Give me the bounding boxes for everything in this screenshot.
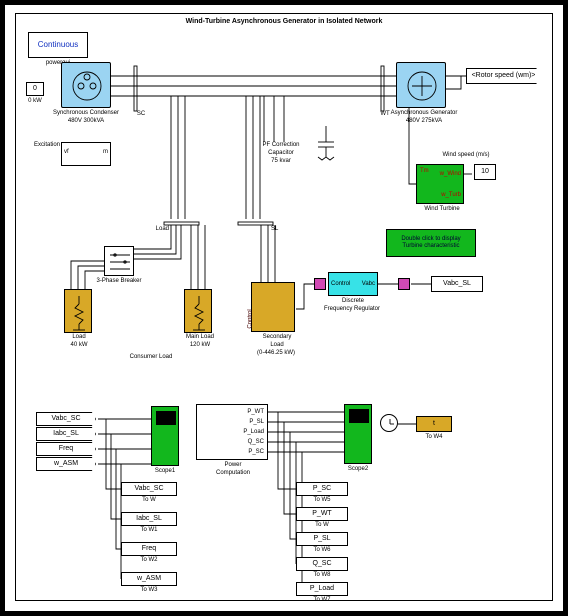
sec-load-l2: Load [246,342,308,349]
power-computation-block[interactable]: P_WT P_SL P_Load Q_SC P_SC [196,404,268,460]
to-ws-t[interactable]: t [416,416,452,432]
const-0kw-label: 0 kW [20,98,50,105]
from-wasm[interactable]: w_ASM [36,457,96,471]
vabc-sl-tag[interactable]: Vabc_SL [431,276,483,292]
consumer-load-label: Consumer Load [111,354,191,361]
excitation-block[interactable]: vf m [61,142,111,166]
load-40kw-l1: Load [56,334,102,341]
sync-cond-rating: 480V 300kVA [46,118,126,125]
sync-cond-label: Synchronous Condenser [46,110,126,117]
main-load-l2: 120 kW [174,342,226,349]
from-iabc-sl[interactable]: Iabc_SL [36,427,96,441]
scope1-label: Scope1 [142,468,188,475]
wind-speed-label: Wind speed (m/s) [426,152,506,159]
tow-l-1-lbl: To W1 [121,527,177,534]
sec-load-l3: (0-446.25 kW) [240,350,312,357]
tow-r-1[interactable]: P_WT [296,507,348,521]
tow-l-2-lbl: To W2 [121,557,177,564]
bus-load-label: Load [141,226,169,233]
pll-left-icon[interactable] [314,278,326,290]
tow-l-2[interactable]: Freq [121,542,177,556]
tow-l-3[interactable]: w_ASM [121,572,177,586]
from-freq[interactable]: Freq [36,442,96,456]
pow-comp-l1: Power [198,462,268,469]
tow-r-4-lbl: To W7 [296,597,348,604]
secondary-load-block[interactable]: Control [251,282,295,332]
load-40kw-l2: 40 kW [56,342,102,349]
pll-right-icon[interactable] [398,278,410,290]
wind-turbine-block[interactable]: Tm w_Wind w_Turb [416,164,464,204]
main-load-block[interactable] [184,289,212,333]
tow-r-0-lbl: To W5 [296,497,348,504]
tow-r-2-lbl: To W6 [296,547,348,554]
freq-reg-l1: Discrete [326,298,380,305]
synchronous-condenser-block[interactable] [61,62,111,108]
pf-cap-l1: PF Correction [251,142,311,149]
tow-r-0[interactable]: P_SC [296,482,348,496]
pow-comp-l2: Computation [198,470,268,477]
rotor-speed-tag[interactable]: <Rotor speed (wm)> [466,68,540,84]
sec-load-l1: Secondary [246,334,308,341]
const-0kw[interactable]: 0 [26,82,44,96]
pf-cap-l3: 75 kvar [251,158,311,165]
load-40kw-block[interactable] [64,289,92,333]
scope1-block[interactable] [151,406,179,466]
diagram-title: Wind-Turbine Asynchronous Generator in I… [16,18,552,26]
tow-l-0-lbl: To W [121,497,177,504]
bus-sc-label: SC [130,111,152,118]
from-vabc-sc[interactable]: Vabc_SC [36,412,96,426]
tow-r-4[interactable]: P_Load [296,582,348,596]
wind-speed-const[interactable]: 10 [474,164,496,180]
turbine-char-annotation[interactable]: Double click to displayTurbine character… [386,229,476,257]
to-w4-label: To W4 [414,434,454,441]
freq-reg-l2: Frequency Regulator [312,306,392,313]
three-phase-breaker-block[interactable] [104,246,134,276]
breaker-label: 3-Phase Breaker [88,278,150,285]
clock-block[interactable] [380,414,398,432]
tow-l-0[interactable]: Vabc_SC [121,482,177,496]
tow-l-1[interactable]: Iabc_SL [121,512,177,526]
async-generator-block[interactable] [396,62,446,108]
scope2-block[interactable] [344,404,372,464]
scope2-label: Scope2 [335,466,381,473]
tow-r-3-lbl: To W8 [296,572,348,579]
tow-r-2[interactable]: P_SL [296,532,348,546]
pf-cap-l2: Capacitor [251,150,311,157]
freq-regulator-block[interactable]: Control Vabc [328,272,378,296]
tow-r-3[interactable]: Q_SC [296,557,348,571]
bus-sl-label: SL [271,226,291,233]
tow-r-1-lbl: To W [296,522,348,529]
async-gen-label: Asynchronous Generator [376,110,472,117]
wind-turbine-label: Wind Turbine [416,206,468,213]
powergui-block[interactable]: Continuous [28,32,88,58]
async-gen-rating: 480V 275kVA [376,118,472,125]
tow-l-3-lbl: To W3 [121,587,177,594]
main-load-l1: Main Load [174,334,226,341]
excitation-label: Excitation [34,142,60,149]
